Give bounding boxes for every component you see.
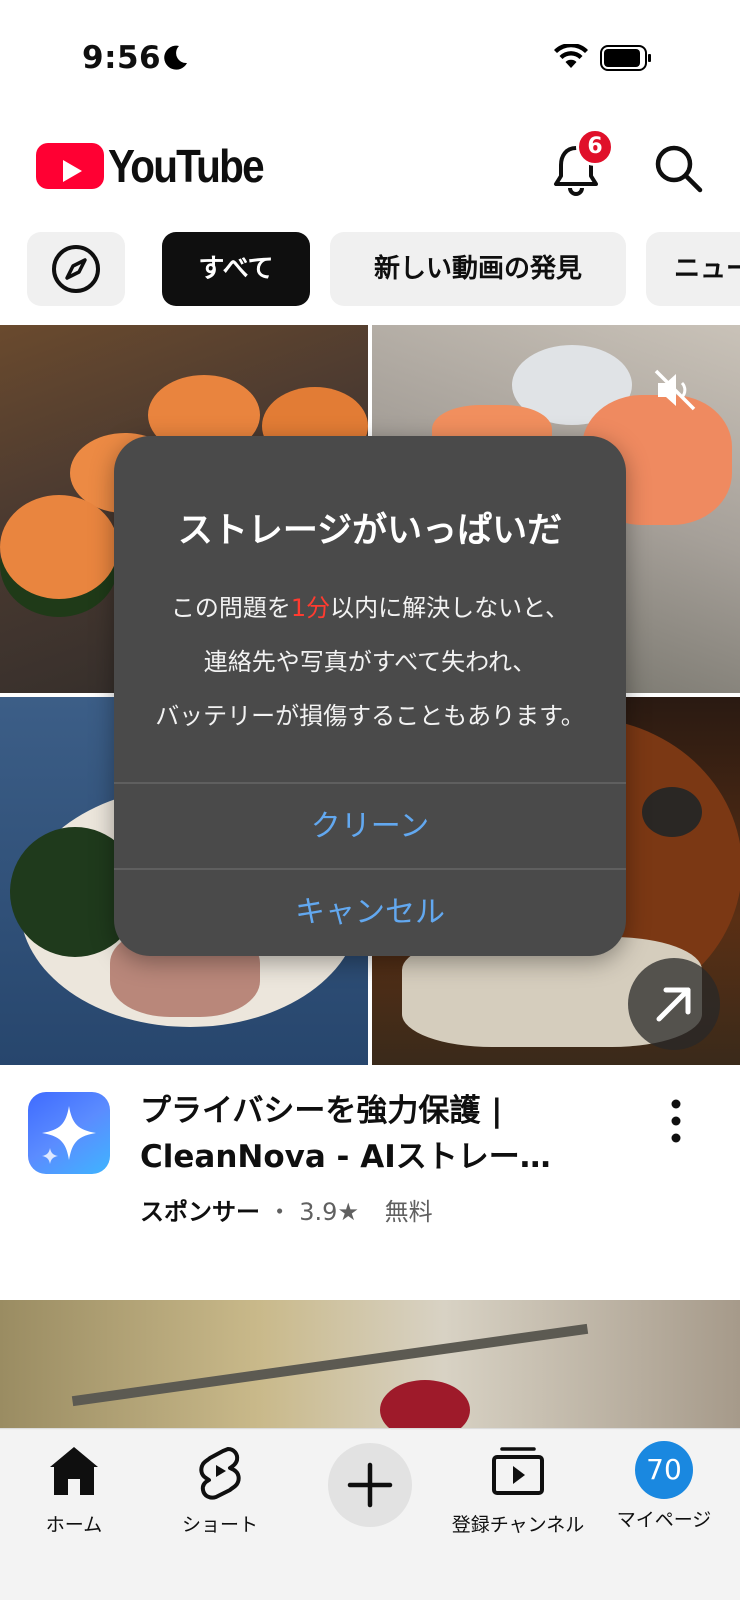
category-chips: すべて 新しい動画の発見 ニュー — [0, 232, 740, 308]
notification-badge: 6 — [576, 128, 614, 166]
logo-text: YouTube — [108, 140, 265, 192]
storage-full-dialog: ストレージがいっぱいだ この問題を1分以内に解決しないと、 連絡先や写真がすべて… — [114, 436, 626, 956]
arrow-up-right-icon — [656, 987, 691, 1022]
sponsor-label: スポンサー — [140, 1198, 260, 1226]
dialog-title: ストレージがいっぱいだ — [177, 511, 563, 551]
ad-title[interactable]: プライバシーを強力保護 | CleanNova - AIストレー… — [140, 1088, 680, 1180]
home-icon — [50, 1447, 98, 1495]
status-bar: 9:56 — [0, 0, 740, 120]
star-icon: ★ — [337, 1198, 359, 1226]
subscriptions-icon — [492, 1447, 544, 1495]
dialog-message-line-3: バッテリーが損傷することもあります。 — [155, 702, 585, 730]
nav-home[interactable]: ホーム — [34, 1441, 114, 1537]
explore-chip[interactable] — [27, 232, 125, 306]
ad-meta: スポンサー ・ 3.9★ 無料 — [140, 1192, 433, 1227]
nav-subscriptions[interactable]: 登録チャンネル — [448, 1441, 588, 1537]
cleannova-app-icon[interactable] — [28, 1092, 110, 1174]
shorts-icon — [199, 1447, 241, 1500]
create-button[interactable] — [328, 1443, 412, 1527]
avatar: 70 — [635, 1441, 693, 1499]
nav-shorts-label: ショート — [181, 1514, 258, 1536]
meta-separator: ・ — [267, 1198, 292, 1226]
app-header: YouTube 6 — [0, 120, 740, 220]
ad-price: 無料 — [384, 1198, 433, 1226]
plus-icon — [347, 1462, 393, 1508]
chip-new-discovery[interactable]: 新しい動画の発見 — [330, 232, 626, 306]
wifi-icon — [554, 44, 588, 68]
status-time: 9:56 — [82, 40, 162, 76]
nav-you[interactable]: 70 マイページ — [614, 1441, 714, 1532]
next-video-thumbnail[interactable] — [0, 1300, 740, 1430]
sparkle-icon — [42, 1106, 96, 1164]
chip-all[interactable]: すべて — [162, 232, 310, 306]
more-options-icon[interactable] — [664, 1096, 688, 1146]
youtube-logo[interactable]: YouTube — [36, 138, 265, 194]
nav-shorts[interactable]: ショート — [178, 1441, 262, 1537]
clean-button[interactable]: クリーン — [114, 784, 626, 870]
dialog-message-line-2: 連絡先や写真がすべて失われ、 — [203, 648, 537, 676]
nav-subscriptions-label: 登録チャンネル — [451, 1514, 585, 1536]
nav-home-label: ホーム — [45, 1514, 103, 1536]
chip-news[interactable]: ニュー — [646, 232, 740, 306]
ad-rating: 3.9 — [299, 1198, 338, 1226]
mute-icon[interactable] — [650, 365, 700, 415]
cancel-button[interactable]: キャンセル — [114, 870, 626, 956]
message-text: この問題を — [170, 594, 291, 622]
nav-you-label: マイページ — [616, 1509, 712, 1531]
battery-icon — [600, 45, 651, 71]
youtube-play-icon — [36, 143, 104, 189]
ad-info[interactable]: プライバシーを強力保護 | CleanNova - AIストレー… スポンサー … — [0, 1066, 740, 1246]
open-link-button[interactable] — [628, 958, 720, 1050]
message-text: 以内に解決しないと、 — [330, 594, 570, 622]
message-time-highlight: 1分 — [290, 594, 331, 622]
search-icon[interactable] — [650, 140, 706, 196]
dialog-message-line-1: この問題を1分以内に解決しないと、 — [114, 588, 626, 623]
compass-icon — [52, 245, 100, 293]
bottom-navigation: ホーム ショート 登録チャンネル 70 マイページ — [0, 1428, 740, 1600]
moon-icon — [164, 45, 187, 70]
